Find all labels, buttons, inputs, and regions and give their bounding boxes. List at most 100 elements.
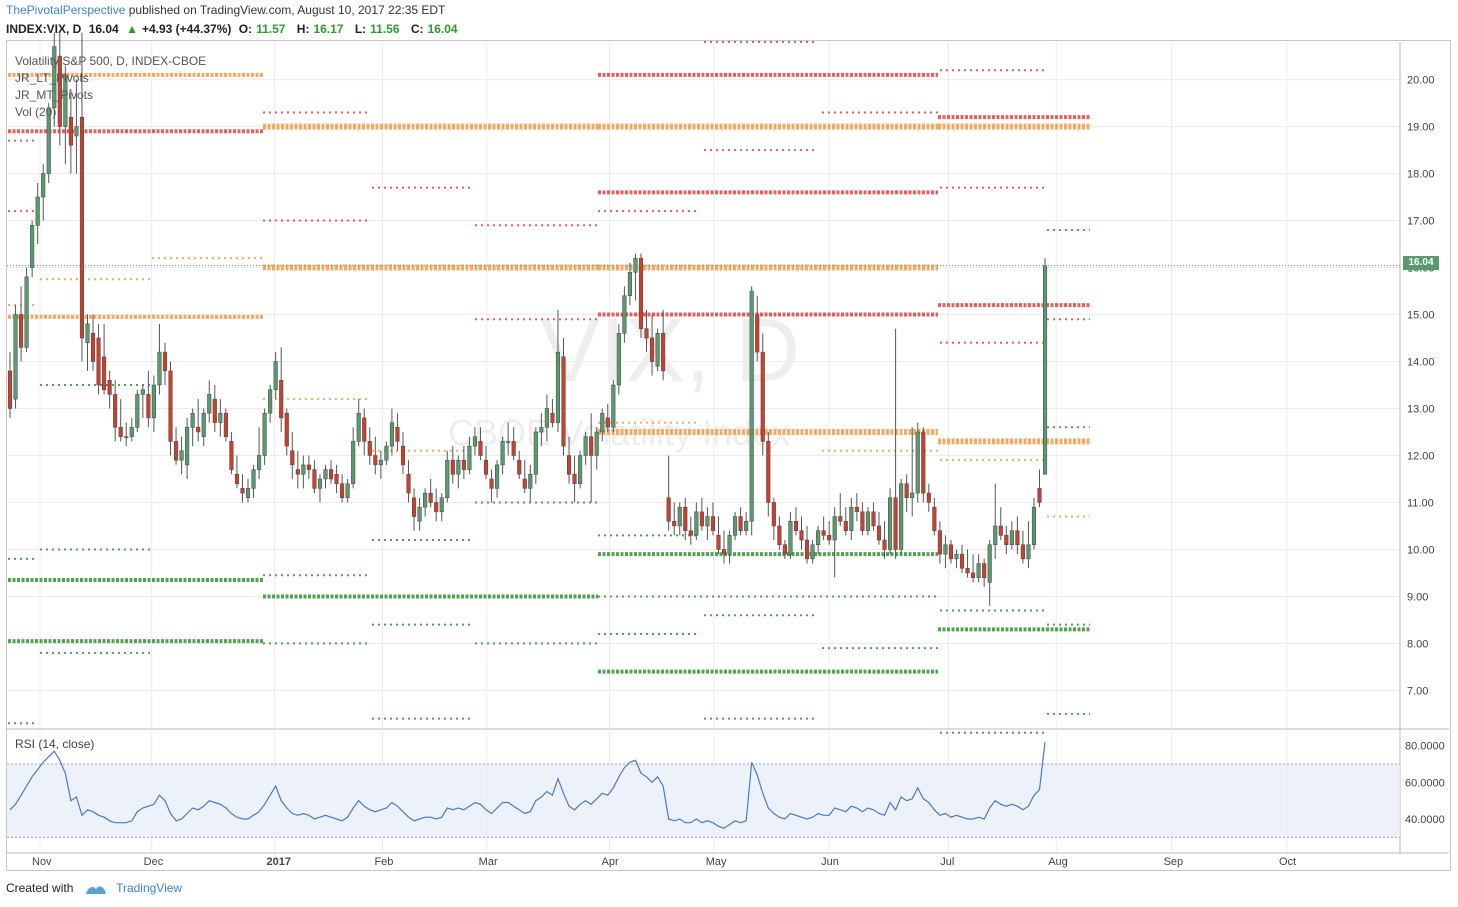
x-tick-label: 2017 bbox=[267, 856, 291, 868]
candle-body bbox=[367, 441, 372, 456]
candle-body bbox=[140, 389, 145, 395]
rsi-tick-label: 40.0000 bbox=[1405, 814, 1445, 826]
candle-body bbox=[24, 276, 29, 348]
candle-body bbox=[351, 441, 356, 484]
candle-body bbox=[196, 427, 201, 433]
candle-body bbox=[445, 459, 450, 499]
candle-body bbox=[782, 544, 787, 555]
tradingview-brand[interactable]: TradingView bbox=[116, 881, 182, 895]
legend-lt-pivots[interactable]: JR_LT_Pivots bbox=[15, 70, 206, 87]
candle-body bbox=[7, 370, 13, 409]
candle-body bbox=[749, 290, 754, 522]
candle-body bbox=[107, 380, 112, 395]
candle-body bbox=[284, 412, 289, 447]
candle-body bbox=[561, 356, 566, 447]
candle-body bbox=[179, 450, 184, 461]
candle-body bbox=[932, 506, 937, 531]
candle-body bbox=[600, 412, 605, 433]
candle-body bbox=[915, 431, 920, 494]
y-tick-label: 17.00 bbox=[1407, 216, 1435, 228]
x-tick-label: May bbox=[706, 856, 727, 868]
candle-body bbox=[517, 459, 522, 475]
candle-body bbox=[589, 436, 594, 456]
candle-body bbox=[290, 450, 295, 466]
candle-body bbox=[893, 497, 898, 550]
candle-body bbox=[257, 455, 262, 470]
candle-body bbox=[1026, 544, 1031, 560]
candle-body bbox=[672, 521, 677, 527]
x-tick-label: Jun bbox=[821, 856, 839, 868]
candle-body bbox=[41, 173, 46, 198]
candle-body bbox=[79, 116, 85, 339]
candle-body bbox=[423, 492, 428, 508]
candle-body bbox=[1031, 506, 1037, 546]
rsi-title[interactable]: RSI (14, close) bbox=[15, 737, 94, 751]
candle-body bbox=[793, 521, 799, 531]
candle-body bbox=[301, 464, 306, 475]
candle-body bbox=[965, 567, 970, 574]
candle-body bbox=[688, 530, 693, 536]
candle-body bbox=[832, 516, 837, 541]
candle-body bbox=[943, 544, 948, 555]
y-tick-label: 18.00 bbox=[1407, 169, 1435, 181]
candle-body bbox=[616, 333, 621, 386]
candle-body bbox=[644, 328, 649, 339]
candle-body bbox=[738, 516, 743, 531]
rsi-tick-label: 60.0000 bbox=[1405, 777, 1445, 789]
candle-body bbox=[771, 502, 776, 527]
candle-body bbox=[30, 224, 35, 268]
candle-body bbox=[578, 455, 583, 484]
candle-body bbox=[799, 530, 804, 541]
candle-body bbox=[362, 417, 367, 442]
candle-body bbox=[821, 530, 826, 536]
candle-body bbox=[340, 483, 345, 499]
candle-body bbox=[666, 497, 671, 522]
candle-body bbox=[683, 506, 688, 531]
candle-body bbox=[135, 394, 140, 428]
candle-body bbox=[251, 469, 256, 489]
y-tick-label: 13.00 bbox=[1407, 403, 1435, 415]
candle-body bbox=[528, 474, 533, 489]
candle-body bbox=[229, 441, 234, 470]
candle-body bbox=[190, 412, 195, 428]
candle-body bbox=[306, 464, 311, 470]
x-tick-label: Nov bbox=[32, 856, 52, 868]
candle-body bbox=[201, 412, 206, 437]
candle-body bbox=[323, 469, 328, 480]
candle-body bbox=[550, 412, 555, 423]
candle-body bbox=[611, 384, 616, 428]
legend-volume[interactable]: Vol (20) bbox=[15, 104, 206, 121]
x-tick-label: Sep bbox=[1164, 856, 1184, 868]
candle-body bbox=[594, 431, 599, 456]
candle-body bbox=[544, 408, 549, 428]
candle-body bbox=[921, 431, 926, 494]
candle-body bbox=[816, 530, 821, 546]
candle-body bbox=[694, 511, 699, 536]
candle-body bbox=[860, 511, 865, 531]
candle-body bbox=[661, 333, 666, 372]
candle-body bbox=[334, 474, 339, 484]
vix-chart[interactable]: 20.0019.0018.0017.0016.0015.0014.0013.00… bbox=[0, 0, 1458, 907]
candle-body bbox=[146, 394, 151, 419]
y-tick-label: 11.00 bbox=[1407, 497, 1434, 509]
candle-body bbox=[439, 497, 444, 513]
candle-body bbox=[865, 511, 870, 531]
candle-body bbox=[68, 116, 73, 146]
candle-body bbox=[506, 441, 511, 443]
candle-body bbox=[90, 333, 96, 362]
candle-body bbox=[1042, 265, 1048, 475]
candle-body bbox=[19, 314, 24, 348]
candle-body bbox=[555, 351, 561, 423]
candle-body bbox=[467, 445, 472, 470]
candle-body bbox=[1037, 488, 1042, 503]
candle-body bbox=[882, 539, 887, 550]
candle-body bbox=[96, 337, 101, 386]
candle-body bbox=[85, 323, 90, 343]
candle-body bbox=[207, 394, 212, 414]
tradingview-logo-icon bbox=[85, 886, 106, 894]
candle-body bbox=[500, 441, 505, 466]
candle-body bbox=[910, 492, 915, 499]
x-tick-label: Feb bbox=[374, 856, 393, 868]
legend-mt-pivots[interactable]: JR_MT_Pivots bbox=[15, 87, 206, 104]
candle-body bbox=[716, 535, 721, 550]
